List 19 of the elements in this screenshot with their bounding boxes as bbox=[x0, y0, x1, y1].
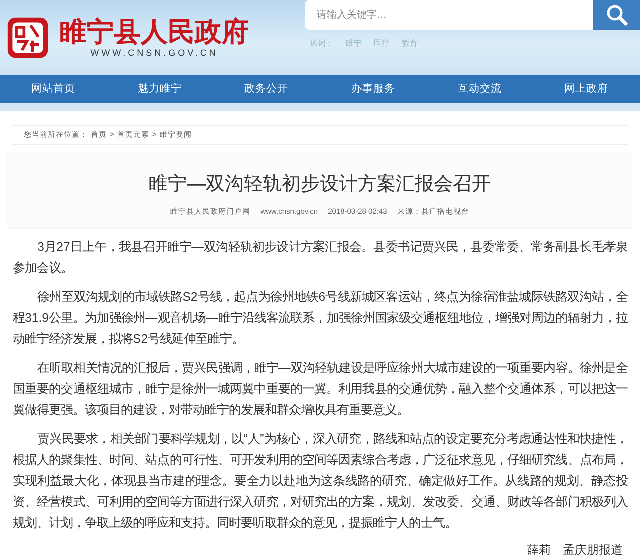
article-paragraph: 贾兴民要求，相关部门要科学规划，以“人”为核心，深入研究，路线和站点的设定要充分考虑通达性和快捷性，根据人的聚集性、时间、站点的可行性、可开发利用的空间等因素综合考虑，广泛征求意见，仔细研究线、点布局，实现利益最大化，体现县当市建的理念。要全力以赴地为这条线路的研究、确定做好工作。从线路的规划、静态投资、经营模式、可利用的空间等方面进行深入研究，对研究出的方案，规划、发改委、交通、财政等各部门积极列入规划、计划，争取上级的呼应和支持。同时要听取群众的意见，提振睢宁人的士气。 bbox=[13, 431, 628, 532]
seal-logo-icon bbox=[6, 16, 50, 60]
nav-item[interactable]: 网站首页 bbox=[31, 82, 76, 96]
site-url: WWW.CNSN.GOV.CN bbox=[90, 48, 218, 58]
search-field[interactable]: 请输入关键字… bbox=[305, 0, 593, 30]
nav-item[interactable]: 办事服务 bbox=[351, 82, 396, 96]
search-button[interactable] bbox=[593, 0, 640, 30]
article-paragraph: 在听取相关情况的汇报后，贾兴民强调，睢宁—双沟轻轨建设是呼应徐州大城市建设的一项重要内容。徐州是全国重要的交通枢纽城市，睢宁是徐州一城两翼中重要的一翼。利用我县的交通优势，融入整个交通体系，可以把这一翼做得更强。该项目的建设，对带动睢宁的发展和群众增收具有重要意义。 bbox=[13, 360, 628, 419]
article-paragraph: 徐州至双沟规划的市域铁路S2号线，起点为徐州地铁6号线新城区客运站，终点为徐宿淮盐城际铁路双沟站，全程31.9公里。为加强徐州—观音机场—睢宁沿线客流联系，加强徐州国家级交通枢纽地位，增强对周边的辐射力，拉动睢宁经济发展，拟将S2号线延伸至睢宁。 bbox=[13, 289, 628, 348]
nav-item[interactable]: 网上政府 bbox=[564, 82, 609, 96]
nav-item[interactable]: 政务公开 bbox=[244, 82, 289, 96]
hot-words-label: 热词： bbox=[310, 38, 334, 49]
article-byline: 薛莉 孟庆朋报道 bbox=[527, 542, 623, 559]
search-icon bbox=[606, 4, 628, 26]
nav-item[interactable]: 魅力睢宁 bbox=[138, 82, 182, 96]
site-name: 睢宁县人民政府 bbox=[60, 16, 249, 48]
article-paragraph: 3月27日上午，我县召开睢宁—双沟轻轨初步设计方案汇报会。县委书记贾兴民，县委常委、常务副县长毛孝泉参加会议。 bbox=[13, 239, 628, 277]
nav-item[interactable]: 互动交流 bbox=[458, 82, 502, 96]
article-title: 睢宁—双沟轻轨初步设计方案汇报会召开 bbox=[148, 172, 492, 197]
